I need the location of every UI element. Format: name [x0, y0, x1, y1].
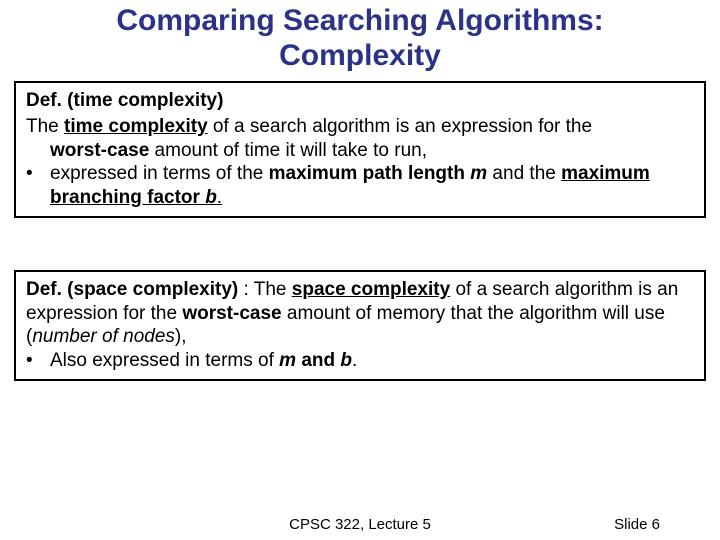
text: : The [238, 279, 292, 300]
text: The [26, 116, 64, 137]
def-space-body: Def. (space complexity) : The space comp… [26, 278, 694, 349]
title-line-2: Complexity [279, 39, 441, 72]
text: Also expressed in terms of [50, 350, 279, 371]
def-time-bullet: • expressed in terms of the maximum path… [26, 162, 694, 210]
slide: Comparing Searching Algorithms: Complexi… [0, 0, 720, 540]
text: . [217, 187, 222, 208]
var-b: b [205, 187, 217, 208]
term-time-complexity: time complexity [64, 116, 208, 137]
bullet-text: Also expressed in terms of m and b. [50, 349, 694, 373]
term-number-of-nodes: number of nodes [32, 326, 175, 347]
def-time-heading: Def. (time complexity) [26, 89, 694, 113]
text: and the [487, 163, 561, 184]
bullet-dot: • [26, 349, 50, 373]
def-space-label: Def. (space complexity) [26, 279, 238, 300]
def-time-body: The time complexity of a search algorith… [26, 115, 694, 139]
text: and [296, 350, 340, 371]
footer-course: CPSC 322, Lecture 5 [0, 516, 720, 533]
text: . [352, 350, 357, 371]
var-m: m [279, 350, 296, 371]
term-worst-case: worst-case [182, 303, 281, 324]
text: of a search algorithm is an expression f… [208, 116, 592, 137]
text: amount of time it will take to run, [149, 140, 427, 161]
var-m: m [470, 163, 487, 184]
var-b: b [340, 350, 352, 371]
slide-title: Comparing Searching Algorithms: Complexi… [0, 0, 720, 73]
title-line-1: Comparing Searching Algorithms: [116, 4, 603, 37]
def-space-bullet: • Also expressed in terms of m and b. [26, 349, 694, 373]
term-worst-case: worst-case [50, 140, 149, 161]
bullet-text: expressed in terms of the maximum path l… [50, 162, 694, 210]
def-time-label: Def. (time complexity) [26, 90, 223, 111]
def-time-body-cont: worst-case amount of time it will take t… [50, 139, 694, 163]
definition-box-space: Def. (space complexity) : The space comp… [14, 270, 706, 381]
text: ), [175, 326, 187, 347]
footer-slide-number: Slide 6 [614, 516, 660, 533]
term-max-path-length: maximum path length [269, 163, 471, 184]
term-space-complexity: space complexity [292, 279, 450, 300]
definition-box-time: Def. (time complexity) The time complexi… [14, 81, 706, 218]
bullet-dot: • [26, 162, 50, 210]
text: expressed in terms of the [50, 163, 269, 184]
